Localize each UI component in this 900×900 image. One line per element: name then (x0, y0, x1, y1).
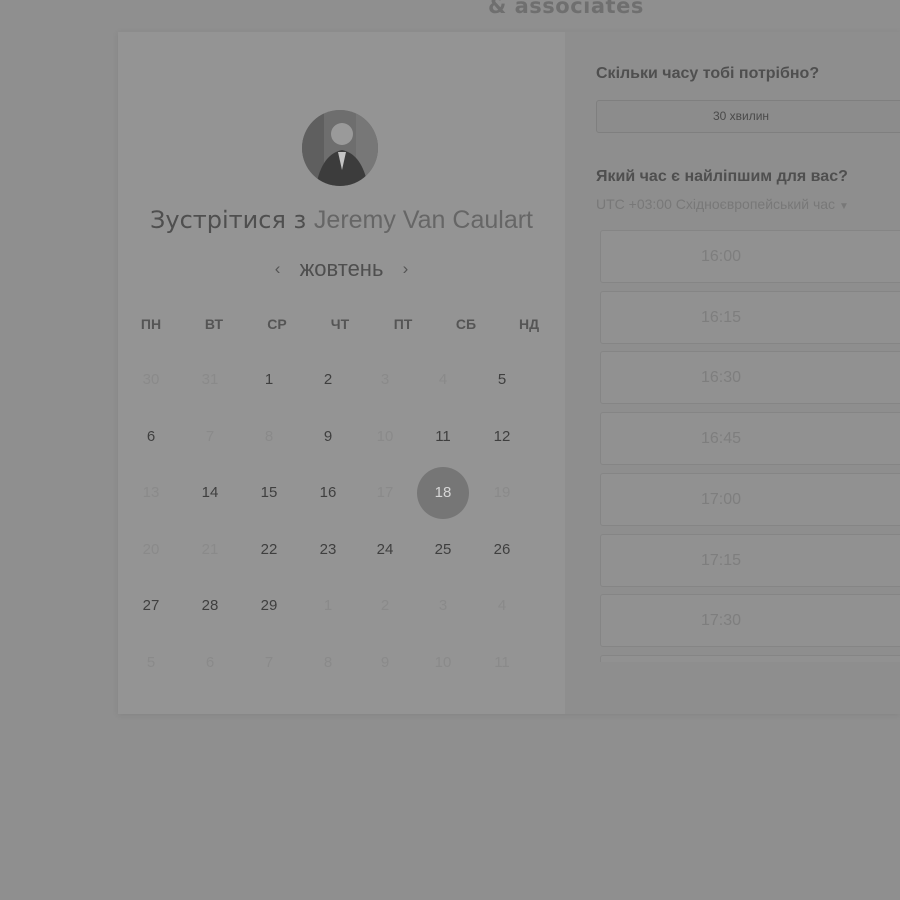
calendar-day: 30 (142, 371, 160, 388)
time-slot-button[interactable]: 16:00 (600, 230, 900, 283)
calendar-day[interactable]: 25 (418, 525, 468, 575)
booking-card: Зустрітися з Jeremy Van Caulart ‹ жовтен… (118, 32, 900, 714)
calendar-day: 17 (376, 484, 394, 501)
time-slot-button[interactable]: 16:30 (600, 351, 900, 405)
calendar-day: 10 (376, 428, 394, 445)
time-slot-list: 16:00 16:15 16:30 16:45 17:00 17:15 17:30 (600, 230, 900, 662)
time-slot-button[interactable]: 17:15 (600, 533, 900, 587)
weekday-label: ВТ (204, 316, 224, 332)
calendar-day[interactable]: 24 (360, 525, 410, 575)
calendar-day: 7 (205, 428, 215, 445)
duration-option-selected[interactable]: 30 хвилин (596, 100, 900, 133)
calendar-day: 31 (201, 371, 219, 388)
time-question: Який час є найліпшим для вас? (596, 168, 848, 185)
host-name: Jeremy Van Caulart (313, 206, 533, 234)
avatar (302, 110, 378, 186)
calendar-day: 9 (380, 654, 390, 671)
calendar-day: 6 (205, 654, 215, 671)
weekday-label: ПН (140, 316, 162, 332)
time-panel: Скільки часу тобі потрібно? 30 хвилин Як… (565, 32, 900, 714)
calendar-panel: Зустрітися з Jeremy Van Caulart ‹ жовтен… (118, 32, 565, 714)
calendar-day[interactable]: 5 (477, 355, 527, 405)
calendar-day[interactable]: 12 (477, 412, 527, 462)
weekday-label: ЧТ (330, 316, 350, 332)
calendar-day-selected[interactable]: 18 (417, 467, 469, 519)
calendar-day[interactable]: 1 (244, 355, 294, 405)
caret-down-icon: ▼ (839, 201, 849, 212)
calendar-day[interactable]: 29 (244, 581, 294, 631)
calendar-day: 10 (434, 654, 452, 671)
calendar-day: 2 (380, 597, 390, 614)
time-slot-button[interactable]: 16:15 (600, 290, 900, 344)
calendar-day: 3 (438, 597, 448, 614)
calendar-day[interactable]: 15 (244, 468, 294, 518)
calendar-day[interactable]: 23 (303, 525, 353, 575)
calendar-day: 4 (438, 371, 448, 388)
calendar-day[interactable]: 2 (303, 355, 353, 405)
calendar-day[interactable]: 28 (185, 581, 235, 631)
calendar-day: 20 (142, 541, 160, 558)
avatar-photo (302, 110, 378, 186)
time-slot-button[interactable]: 17:30 (600, 594, 900, 648)
time-slot-button[interactable] (600, 654, 900, 662)
meeting-title: Зустрітися з Jeremy Van Caulart (118, 206, 565, 235)
weekday-label: СБ (455, 316, 477, 332)
timezone-label: UTC +03:00 Східноєвропейський час (596, 196, 836, 212)
duration-question: Скільки часу тобі потрібно? (596, 65, 820, 82)
weekday-label: ПТ (393, 316, 413, 332)
calendar-day: 3 (380, 371, 390, 388)
calendar-day: 13 (142, 484, 160, 501)
calendar-day[interactable]: 22 (244, 525, 294, 575)
calendar-day[interactable]: 26 (477, 525, 527, 575)
meeting-title-prefix: Зустрітися з (150, 206, 307, 234)
calendar-day[interactable]: 27 (126, 581, 176, 631)
weekday-label: НД (518, 316, 540, 332)
chevron-left-icon[interactable]: ‹ (270, 259, 286, 279)
calendar-day: 8 (264, 428, 274, 445)
calendar-day: 7 (264, 654, 274, 671)
brand-logo-text: & associates (488, 0, 644, 18)
calendar-day[interactable]: 9 (303, 412, 353, 462)
calendar-day: 11 (494, 654, 510, 671)
calendar-day[interactable]: 6 (126, 412, 176, 462)
calendar-day: 8 (323, 654, 333, 671)
time-slot-button[interactable]: 16:45 (600, 412, 900, 466)
month-navigation: ‹ жовтень › (118, 256, 565, 282)
calendar-day: 5 (146, 654, 156, 671)
calendar-day[interactable]: 16 (303, 468, 353, 518)
calendar-day: 4 (497, 597, 507, 614)
calendar-day: 21 (201, 541, 219, 558)
calendar-day: 19 (493, 484, 511, 501)
month-label: жовтень (299, 256, 384, 281)
calendar-day[interactable]: 14 (185, 468, 235, 518)
weekday-label: СР (267, 316, 287, 332)
timezone-selector[interactable]: UTC +03:00 Східноєвропейський час ▼ (596, 196, 849, 212)
time-slot-button[interactable]: 17:00 (600, 472, 900, 526)
calendar-day: 1 (323, 597, 333, 614)
chevron-right-icon[interactable]: › (397, 259, 413, 279)
weekday-header: ПН ВТ СР ЧТ ПТ СБ НД (118, 316, 565, 336)
calendar-day[interactable]: 11 (418, 412, 468, 462)
